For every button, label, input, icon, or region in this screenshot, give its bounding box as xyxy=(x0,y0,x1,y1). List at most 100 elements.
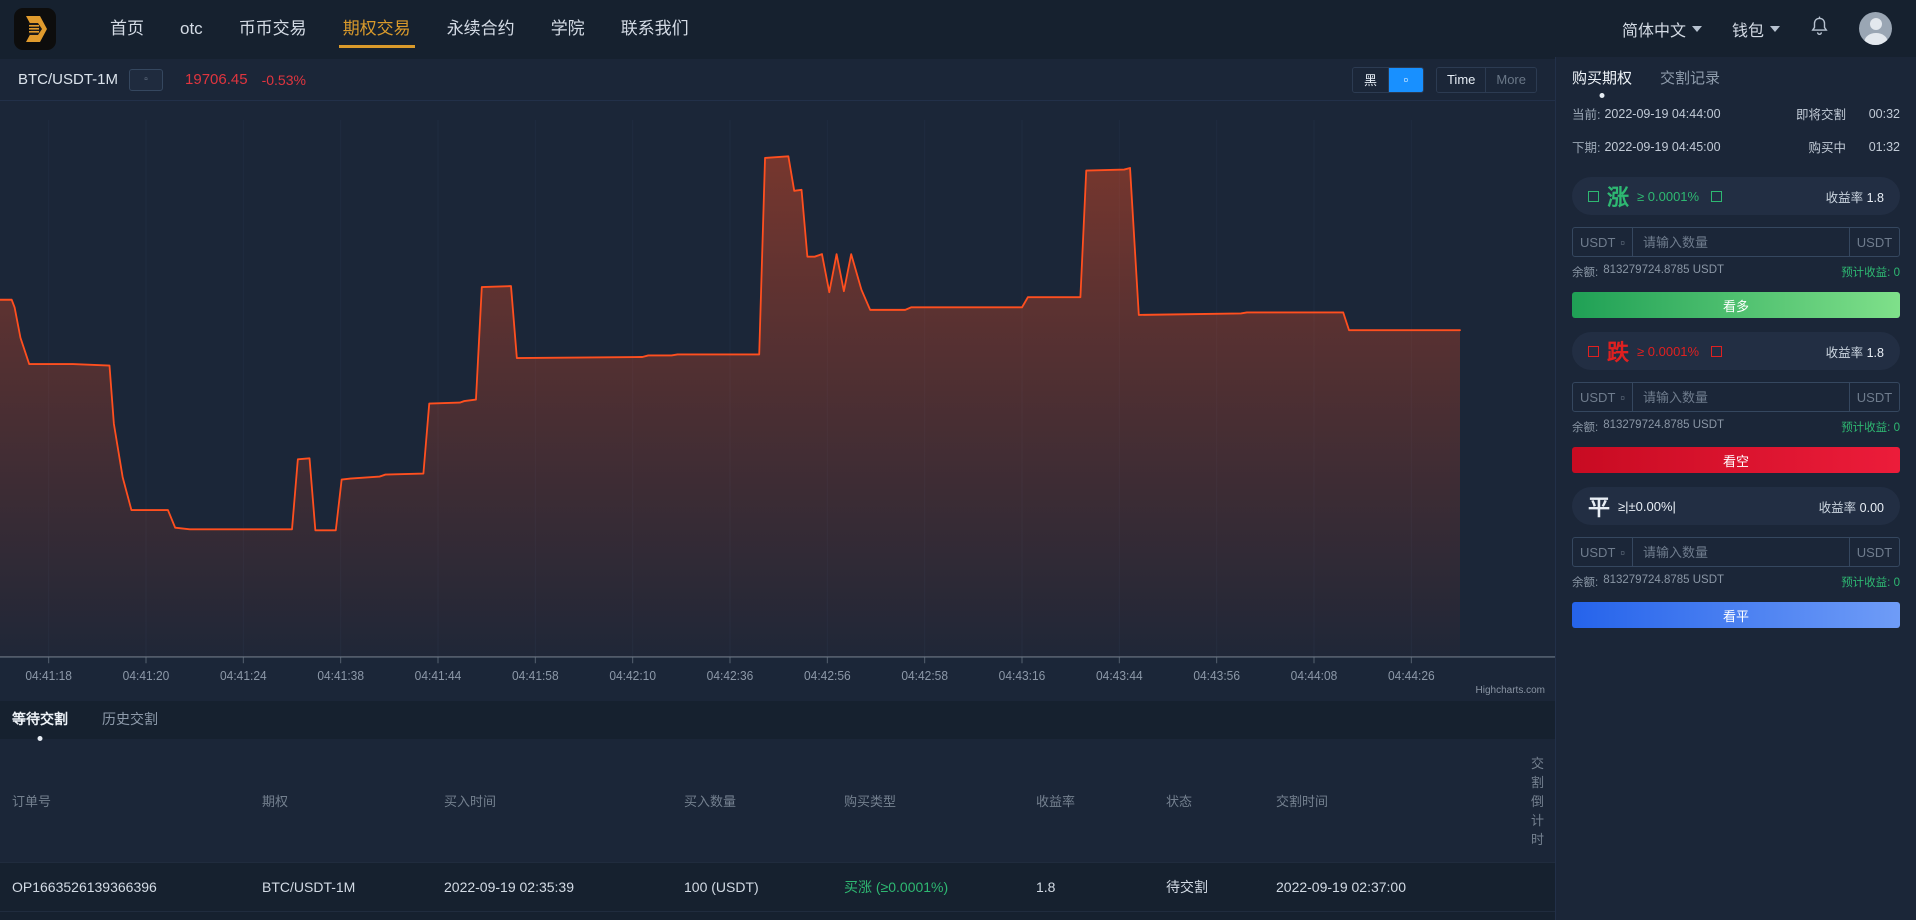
next-period-status: 购买中 xyxy=(1808,137,1846,156)
top-navbar: 首页 otc 币币交易 期权交易 永续合约 学院 联系我们 简体中文 钱包 xyxy=(0,0,1916,57)
orders-table-body: OP1663526139366396 BTC/USDT-1M 2022-09-1… xyxy=(0,863,1555,920)
fall-rate: 收益率 1.8 xyxy=(1826,342,1884,361)
tab-settlement-record[interactable]: 交割记录 xyxy=(1660,67,1720,88)
chart-symbol: BTC/USDT-1M xyxy=(18,71,118,88)
tab-buy-option[interactable]: 购买期权 xyxy=(1572,67,1632,88)
orders-tabs: 等待交割 历史交割 xyxy=(0,701,1555,739)
rise-balance-value: 813279724.8785 USDT xyxy=(1603,264,1724,280)
buy-short-button[interactable]: 看空 xyxy=(1572,447,1900,473)
nav-link-coin-trade[interactable]: 币币交易 xyxy=(221,0,325,57)
symbol-selector-button[interactable]: ▫ xyxy=(129,69,163,91)
nav-link-option-trade[interactable]: 期权交易 xyxy=(325,0,429,57)
chart-header: BTC/USDT-1M ▫ 19706.45 -0.53% 黑 ▫ Time M… xyxy=(0,59,1555,101)
chevron-down-icon xyxy=(1770,26,1780,32)
timeframe-more-button[interactable]: More xyxy=(1485,68,1536,92)
nav-link-home[interactable]: 首页 xyxy=(92,0,162,57)
flat-amount-input[interactable] xyxy=(1633,538,1849,566)
theme-light-button[interactable]: ▫ xyxy=(1388,68,1423,92)
cell-status: 待交割 xyxy=(1154,912,1264,920)
rise-est-value: 0 xyxy=(1894,267,1900,279)
svg-text:04:41:18: 04:41:18 xyxy=(25,669,72,683)
flat-est-value: 0 xyxy=(1894,577,1900,589)
timeframe-group: Time More xyxy=(1436,67,1537,93)
rise-option-bar[interactable]: 涨 ≥ 0.0001% 收益率 1.8 xyxy=(1572,177,1900,215)
fall-unit-label: USDT xyxy=(1580,390,1615,405)
cell-buy-type: 买跌 (≥0.0001%) xyxy=(832,912,1024,920)
language-selector[interactable]: 简体中文 xyxy=(1622,17,1702,41)
svg-text:04:42:58: 04:42:58 xyxy=(901,669,948,683)
cell-buy-type: 买涨 (≥0.0001%) xyxy=(832,863,1024,912)
col-option: 期权 xyxy=(250,739,432,863)
table-row[interactable]: OP1663526139366396 BTC/USDT-1M 2022-09-1… xyxy=(0,863,1555,912)
chevron-down-icon: ▫ xyxy=(1620,235,1625,250)
rise-rate: 收益率 1.8 xyxy=(1826,187,1884,206)
svg-text:04:41:38: 04:41:38 xyxy=(317,669,364,683)
svg-text:04:41:58: 04:41:58 xyxy=(512,669,559,683)
fall-secondary-checkbox-icon[interactable] xyxy=(1711,346,1722,357)
flat-balance-row: 余额: 813279724.8785 USDT 预计收益: 0 xyxy=(1572,574,1900,590)
cell-buy-time: 2022-09-19 02:35:39 xyxy=(432,863,672,912)
flat-option-bar[interactable]: 平 ≥|±0.00%| 收益率 0.00 xyxy=(1572,487,1900,525)
brand-logo-icon[interactable] xyxy=(14,8,56,50)
flat-word: 平 xyxy=(1588,490,1610,522)
rise-rate-label: 收益率 xyxy=(1826,191,1864,205)
nav-link-academy[interactable]: 学院 xyxy=(533,0,603,57)
fall-amount-row: USDT ▫ USDT xyxy=(1572,382,1900,412)
cell-countdown xyxy=(1519,912,1555,920)
nav-link-perpetual[interactable]: 永续合约 xyxy=(429,0,533,57)
price-chart[interactable]: 19 70019 70119 70219 70319 70419 70519 7… xyxy=(0,101,1555,701)
checkbox-square-icon xyxy=(1588,191,1599,202)
current-period-row: 当前: 2022-09-19 04:44:00 即将交割 00:32 xyxy=(1572,97,1900,130)
fall-checkbox[interactable] xyxy=(1588,346,1607,357)
timeframe-time-button[interactable]: Time xyxy=(1437,68,1485,92)
cell-amount: 100 (USDT) xyxy=(672,912,832,920)
bell-icon[interactable] xyxy=(1810,16,1829,42)
chart-change-pct: -0.53% xyxy=(262,72,306,88)
rise-rate-value: 1.8 xyxy=(1867,191,1884,205)
flat-unit-selector[interactable]: USDT ▫ xyxy=(1573,538,1633,566)
svg-text:04:43:56: 04:43:56 xyxy=(1193,669,1240,683)
buy-long-button[interactable]: 看多 xyxy=(1572,292,1900,318)
flat-est-label: 预计收益: xyxy=(1841,577,1890,589)
chart-column: BTC/USDT-1M ▫ 19706.45 -0.53% 黑 ▫ Time M… xyxy=(0,57,1555,920)
fall-balance-row: 余额: 813279724.8785 USDT 预计收益: 0 xyxy=(1572,419,1900,435)
cell-option: BTC/USDT-1M xyxy=(250,912,432,920)
svg-text:04:42:56: 04:42:56 xyxy=(804,669,851,683)
svg-text:04:43:44: 04:43:44 xyxy=(1096,669,1143,683)
orders-section: 等待交割 历史交割 订单号 期权 买入时间 买入数量 购买类型 收益率 状态 交… xyxy=(0,701,1555,920)
fall-amount-input[interactable] xyxy=(1633,383,1849,411)
theme-dark-button[interactable]: 黑 xyxy=(1353,68,1388,92)
col-buy-time: 买入时间 xyxy=(432,739,672,863)
fall-option-bar[interactable]: 跌 ≥ 0.0001% 收益率 1.8 xyxy=(1572,332,1900,370)
tab-pending-settlement[interactable]: 等待交割 xyxy=(12,709,68,731)
brand-logo-glyph xyxy=(22,14,48,44)
table-row[interactable]: OP1663485640755153 BTC/USDT-1M 2022-09-1… xyxy=(0,912,1555,920)
rise-amount-input[interactable] xyxy=(1633,228,1849,256)
rise-balance-row: 余额: 813279724.8785 USDT 预计收益: 0 xyxy=(1572,264,1900,280)
tab-history-settlement[interactable]: 历史交割 xyxy=(102,709,158,731)
svg-text:04:43:16: 04:43:16 xyxy=(999,669,1046,683)
next-period-time: 2022-09-19 04:45:00 xyxy=(1604,140,1720,154)
nav-link-contact[interactable]: 联系我们 xyxy=(603,0,707,57)
flat-balance-value: 813279724.8785 USDT xyxy=(1603,574,1724,590)
wallet-menu[interactable]: 钱包 xyxy=(1732,17,1780,41)
avatar[interactable] xyxy=(1859,12,1892,45)
buy-flat-button[interactable]: 看平 xyxy=(1572,602,1900,628)
rise-unit-selector[interactable]: USDT ▫ xyxy=(1573,228,1633,256)
current-period-countdown: 00:32 xyxy=(1846,107,1900,121)
chart-canvas: 19 70019 70119 70219 70319 70419 70519 7… xyxy=(0,101,1555,701)
fall-unit-selector[interactable]: USDT ▫ xyxy=(1573,383,1633,411)
orders-table-head: 订单号 期权 买入时间 买入数量 购买类型 收益率 状态 交割时间 交割倒计时 xyxy=(0,739,1555,863)
col-settle-time: 交割时间 xyxy=(1264,739,1519,863)
col-amount: 买入数量 xyxy=(672,739,832,863)
chart-price: 19706.45 xyxy=(185,71,248,88)
flat-rate-label: 收益率 xyxy=(1819,501,1857,515)
rise-word: 涨 xyxy=(1607,180,1629,212)
col-status: 状态 xyxy=(1154,739,1264,863)
cell-amount: 100 (USDT) xyxy=(672,863,832,912)
cell-rate: 1.8 xyxy=(1024,912,1154,920)
nav-link-otc[interactable]: otc xyxy=(162,0,221,57)
fall-est-profit: 预计收益: 0 xyxy=(1841,419,1900,435)
rise-checkbox[interactable] xyxy=(1588,191,1607,202)
rise-secondary-checkbox-icon[interactable] xyxy=(1711,191,1722,202)
